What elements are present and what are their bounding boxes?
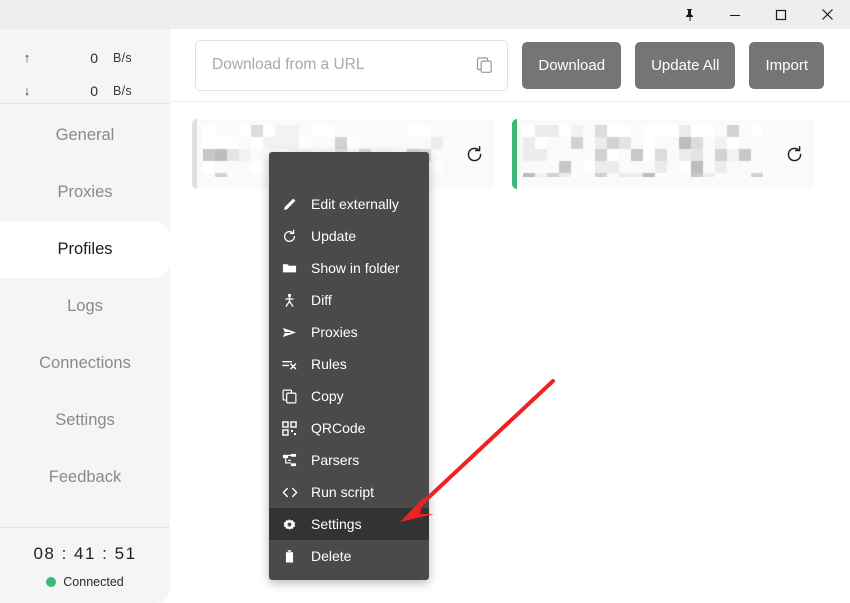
menu-item-label: Run script: [311, 484, 375, 500]
sidebar-item-label: Connections: [39, 354, 131, 372]
copy-icon[interactable]: [476, 57, 493, 74]
diff-icon: [282, 293, 308, 308]
menu-item-delete[interactable]: Delete: [269, 540, 429, 572]
sidebar-divider-bottom: [0, 527, 170, 528]
refresh-icon: [282, 229, 308, 244]
menu-item-copy[interactable]: Copy: [269, 380, 429, 412]
send-icon: [282, 325, 308, 340]
upload-rate-unit: B/s: [113, 50, 132, 65]
menu-item-label: Settings: [311, 516, 362, 532]
context-menu: Edit externally Update Show in folder Di…: [269, 152, 429, 580]
menu-item-run-script[interactable]: Run script: [269, 476, 429, 508]
refresh-icon[interactable]: [454, 119, 494, 189]
sidebar-item-general[interactable]: General: [0, 107, 170, 164]
parsers-icon: [282, 453, 308, 468]
sidebar-item-label: General: [55, 126, 115, 144]
menu-item-label: Copy: [311, 388, 344, 404]
sidebar-nav: General Proxies Profiles Logs Connection…: [0, 104, 170, 506]
trash-icon: [282, 549, 308, 564]
menu-item-proxies[interactable]: Proxies: [269, 316, 429, 348]
sidebar-item-connections[interactable]: Connections: [0, 335, 170, 392]
sidebar-item-feedback[interactable]: Feedback: [0, 449, 170, 506]
download-rate-value: 0: [90, 82, 98, 99]
connection-status-label: Connected: [63, 575, 124, 589]
copy-icon: [282, 389, 308, 404]
menu-item-parsers[interactable]: Parsers: [269, 444, 429, 476]
sidebar-item-proxies[interactable]: Proxies: [0, 164, 170, 221]
menu-item-label: Parsers: [311, 452, 360, 468]
search-input[interactable]: [212, 56, 464, 74]
download-arrow-icon: ↓: [23, 83, 31, 98]
folder-icon: [282, 261, 308, 276]
sidebar-item-profiles[interactable]: Profiles: [0, 205, 170, 294]
menu-item-label: Show in folder: [311, 260, 400, 276]
minimize-icon[interactable]: [712, 0, 758, 29]
menu-item-show-in-folder[interactable]: Show in folder: [269, 252, 429, 284]
close-icon[interactable]: [804, 0, 850, 29]
connection-status: Connected: [0, 575, 170, 589]
upload-rate-value: 0: [90, 49, 98, 66]
menu-item-label: Edit externally: [311, 196, 399, 212]
menu-item-label: Update: [311, 228, 357, 244]
sidebar-item-logs[interactable]: Logs: [0, 278, 170, 335]
menu-item-diff[interactable]: Diff: [269, 284, 429, 316]
menu-item-edit-externally[interactable]: Edit externally: [269, 188, 429, 220]
menu-item-qrcode[interactable]: QRCode: [269, 412, 429, 444]
menu-item-label: Rules: [311, 356, 347, 372]
sidebar-status: 08 : 41 : 51 Connected: [0, 527, 170, 603]
menu-item-settings[interactable]: Settings: [269, 508, 429, 540]
upload-arrow-icon: ↑: [23, 50, 31, 65]
redacted-content: [523, 125, 763, 177]
sidebar-item-label: Settings: [55, 411, 115, 429]
upload-rate-row: ↑ 0 B/s: [0, 41, 170, 74]
code-icon: [282, 485, 308, 500]
pin-icon[interactable]: [666, 0, 712, 29]
import-button[interactable]: Import: [749, 41, 824, 89]
sidebar-item-label: Profiles: [57, 240, 113, 258]
sidebar-item-label: Feedback: [48, 468, 122, 486]
traffic-rates: ↑ 0 B/s ↓ 0 B/s: [0, 29, 170, 103]
toolbar: Download Update All Import: [170, 29, 850, 102]
title-bar: [0, 0, 850, 29]
menu-item-label: Proxies: [311, 324, 358, 340]
update-all-button[interactable]: Update All: [635, 41, 736, 89]
status-dot-icon: [46, 577, 57, 587]
sidebar-item-settings[interactable]: Settings: [0, 392, 170, 449]
download-button[interactable]: Download: [522, 41, 622, 89]
sidebar-item-label: Logs: [67, 297, 103, 315]
uptime-clock: 08 : 41 : 51: [33, 544, 137, 563]
menu-item-label: Delete: [311, 548, 352, 564]
app-window: ↑ 0 B/s ↓ 0 B/s General Proxies Profiles: [0, 0, 850, 603]
menu-item-update[interactable]: Update: [269, 220, 429, 252]
maximize-icon[interactable]: [758, 0, 804, 29]
gear-icon: [282, 517, 308, 532]
profile-card-2[interactable]: [512, 119, 814, 189]
menu-item-label: Diff: [311, 292, 332, 308]
profile-card-content: [517, 119, 774, 189]
sidebar: ↑ 0 B/s ↓ 0 B/s General Proxies Profiles: [0, 29, 170, 603]
menu-item-label: QRCode: [311, 420, 366, 436]
url-field[interactable]: [195, 39, 509, 91]
qrcode-icon: [282, 420, 308, 436]
download-rate-unit: B/s: [113, 83, 132, 98]
sidebar-item-label: Proxies: [57, 183, 113, 201]
rules-icon: [282, 357, 308, 372]
pencil-icon: [282, 197, 308, 212]
menu-item-rules[interactable]: Rules: [269, 348, 429, 380]
refresh-icon[interactable]: [774, 119, 814, 189]
